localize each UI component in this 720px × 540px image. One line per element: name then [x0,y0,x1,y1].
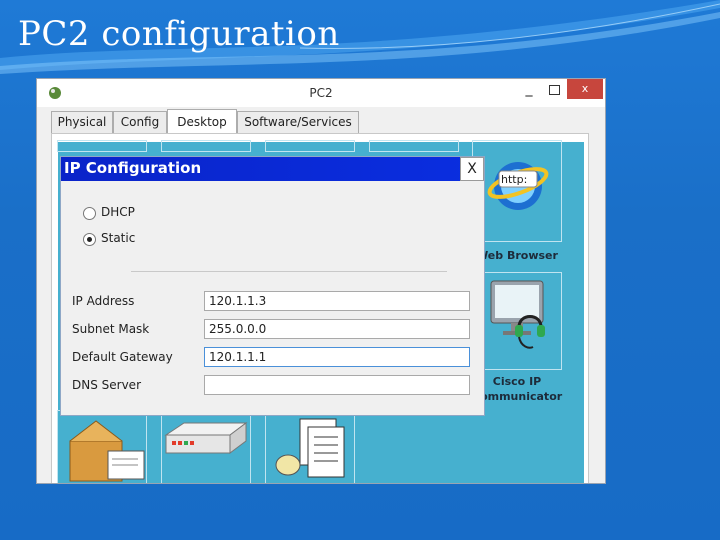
dialog-title: IP Configuration [64,159,202,177]
default-gateway-label: Default Gateway [72,350,173,364]
radio-static-circle[interactable] [83,233,96,246]
subnet-mask-field[interactable] [204,319,470,339]
dns-server-field[interactable] [204,375,470,395]
maximize-button[interactable] [543,81,567,103]
dialog-separator [131,271,447,272]
app-tile-web-browser[interactable]: http: [472,140,562,242]
app-label-cisco-ip-communicator: Cisco IP Communicator [472,375,563,403]
email-icon [69,420,145,482]
web-browser-icon: http: [487,162,549,210]
ip-address-field[interactable] [204,291,470,311]
app-tile-pppoe-dialer[interactable] [161,410,251,483]
app-tile-email[interactable] [57,410,147,483]
app-tile-command-prompt[interactable] [369,140,459,152]
dialog-close-button[interactable]: X [460,157,484,181]
radio-dhcp-circle[interactable] [83,207,96,220]
app-label-web-browser: Web Browser [476,249,558,262]
dialog-titlebar[interactable]: IP Configuration X [61,157,484,181]
tab-physical[interactable]: Physical [51,111,113,134]
svg-text:http:: http: [501,173,527,186]
ip-communicator-icon [490,280,545,349]
app-tile-ip-configuration[interactable] [57,140,147,152]
slide-title: PC2 configuration [18,14,340,54]
window-close-button[interactable]: x [567,79,603,99]
app-tile-text-editor[interactable] [265,410,355,483]
pppoe-dialer-icon [164,422,248,454]
ip-address-label: IP Address [72,294,135,308]
app-tile-cisco-ip-communicator[interactable] [472,272,562,370]
ip-configuration-dialog: IP Configuration X DHCP Static IP Addres… [60,156,485,416]
dns-server-label: DNS Server [72,378,141,392]
window-titlebar[interactable]: PC2 _ x [37,79,605,107]
radio-dhcp-label: DHCP [101,205,135,219]
app-tile-dial-up[interactable] [161,140,251,152]
maximize-icon [549,85,560,95]
tab-desktop[interactable]: Desktop [167,109,237,134]
text-editor-icon [275,418,345,478]
tab-config[interactable]: Config [113,111,167,134]
app-tile-terminal[interactable] [265,140,355,152]
subnet-mask-label: Subnet Mask [72,322,150,336]
radio-static-label: Static [101,231,136,245]
tab-software-services[interactable]: Software/Services [237,111,359,134]
default-gateway-field[interactable] [204,347,470,367]
minimize-button[interactable]: _ [517,81,541,103]
